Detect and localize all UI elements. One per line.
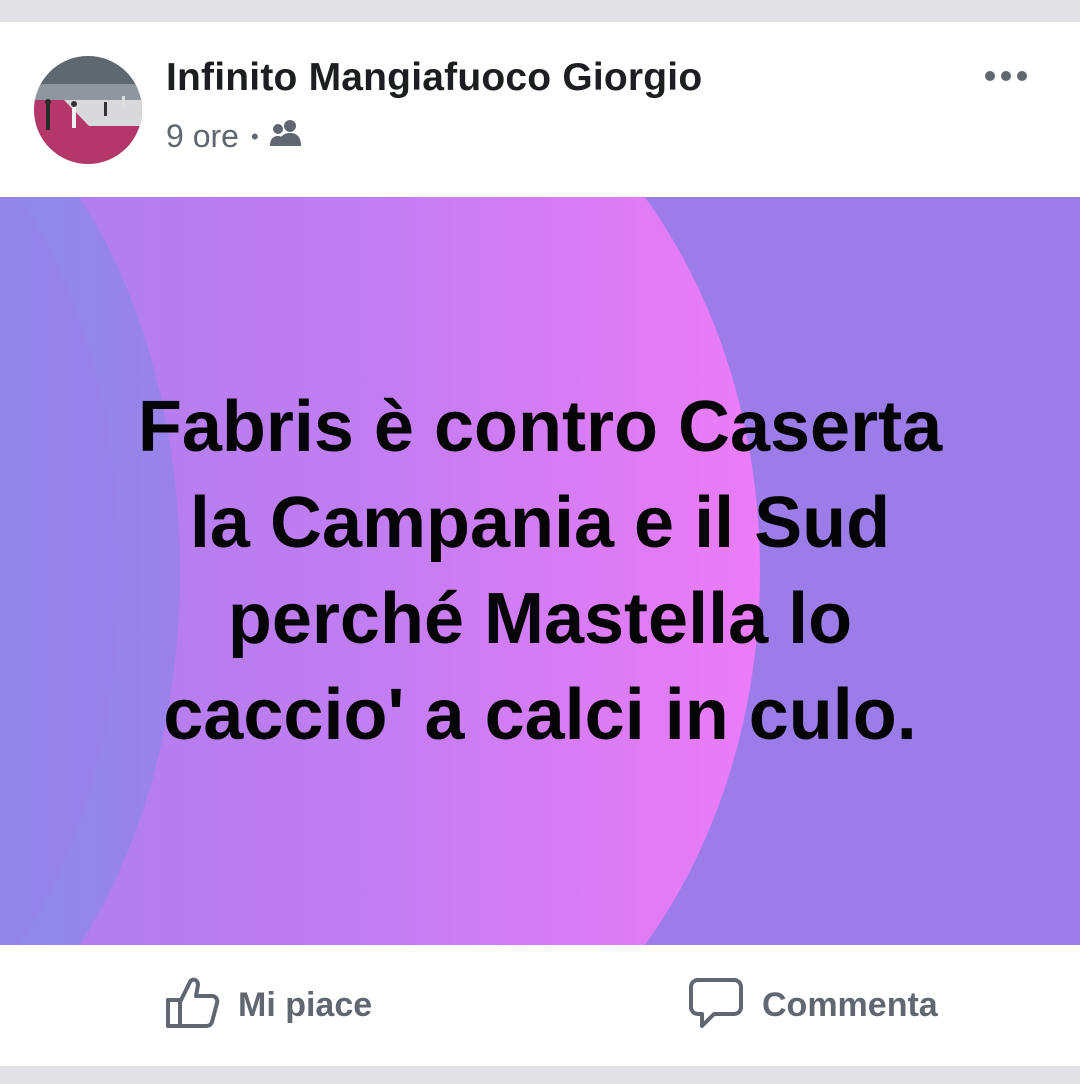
post-header: Infinito Mangiafuoco Giorgio 9 ore • xyxy=(0,22,1080,197)
post-actions-bar: Mi piace Commenta xyxy=(0,945,1080,1066)
comment-label: Commenta xyxy=(762,986,938,1024)
like-button[interactable]: Mi piace xyxy=(164,945,372,1066)
post-meta: 9 ore • xyxy=(166,118,303,155)
status-background-banner: Fabris è contro Caserta la Campania e il… xyxy=(0,197,1080,945)
comment-button[interactable]: Commenta xyxy=(688,945,938,1066)
avatar-photo xyxy=(34,56,142,164)
friends-icon xyxy=(269,118,303,155)
post-time[interactable]: 9 ore xyxy=(166,118,239,155)
like-label: Mi piace xyxy=(238,986,373,1024)
meta-separator: • xyxy=(250,123,259,149)
status-text: Fabris è contro Caserta la Campania e il… xyxy=(137,387,943,755)
thumbs-up-icon xyxy=(164,976,220,1035)
avatar[interactable] xyxy=(34,56,142,164)
feed-gap-bottom xyxy=(0,1066,1080,1084)
status-text-container: Fabris è contro Caserta la Campania e il… xyxy=(60,197,1020,945)
comment-bubble-icon xyxy=(688,976,744,1035)
post-card: Infinito Mangiafuoco Giorgio 9 ore • Fab… xyxy=(0,22,1080,1066)
feed-gap-top xyxy=(0,0,1080,22)
more-options-icon[interactable] xyxy=(982,64,1032,88)
author-name[interactable]: Infinito Mangiafuoco Giorgio xyxy=(166,56,702,100)
